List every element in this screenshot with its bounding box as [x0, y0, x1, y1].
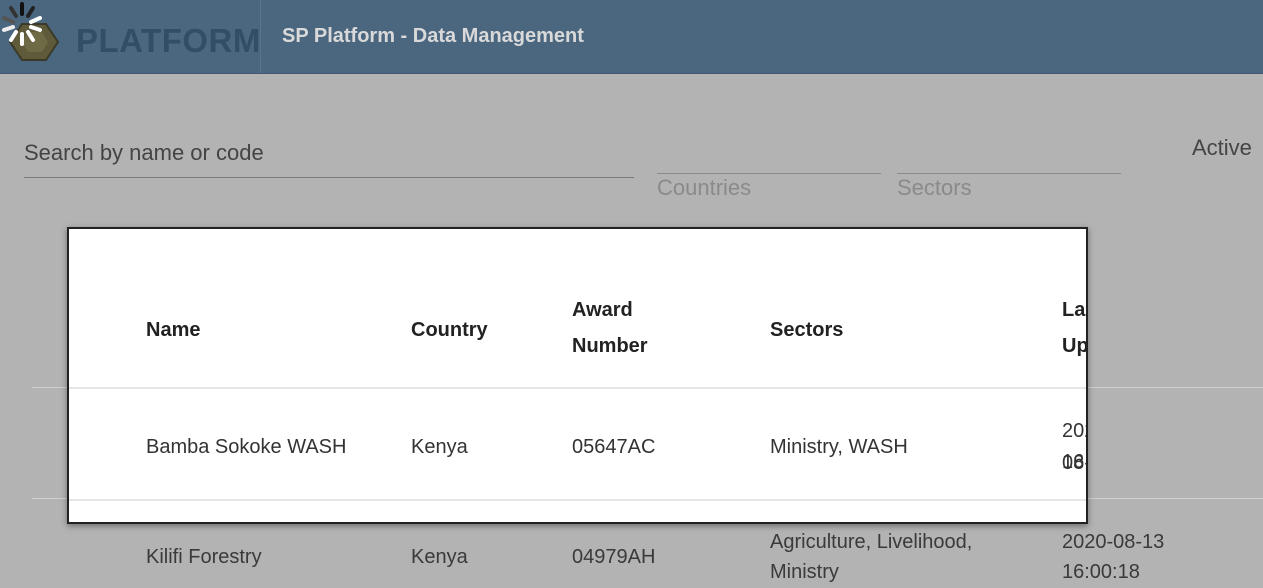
search-field[interactable]	[24, 120, 634, 178]
column-header-award[interactable]: Award	[572, 294, 633, 326]
column-header-award-cont[interactable]: Number	[572, 330, 648, 362]
active-filter-label[interactable]: Active	[1192, 135, 1252, 161]
logo-text: PLATFORM	[76, 22, 261, 59]
cell-country: Kenya	[411, 436, 468, 458]
app-title: SP Platform - Data Management	[282, 25, 584, 47]
cell-updated-date: 2020-08-13	[1062, 531, 1165, 553]
search-input[interactable]	[24, 138, 624, 168]
cell-sectors-cont: Ministry	[770, 561, 839, 583]
cell-country: Kenya	[411, 546, 468, 568]
cell-award-number: 05647AC	[572, 436, 656, 458]
cell-sectors: Ministry, WASH	[770, 436, 908, 458]
cell-name: Kilifi Forestry	[146, 546, 262, 568]
highlighted-table-card: Name Country Award Number Sectors Last U…	[67, 227, 1088, 524]
countries-filter[interactable]: Countries	[657, 173, 881, 204]
sectors-filter[interactable]: Sectors	[897, 173, 1121, 204]
column-header-last-updated[interactable]: Last	[1062, 294, 1086, 326]
sectors-filter-placeholder: Sectors	[897, 175, 972, 200]
cell-updated-time: 16:00:18	[1062, 561, 1140, 583]
top-app-bar: PLATFORM SP Platform - Data Management	[0, 0, 1263, 74]
column-header-sectors[interactable]: Sectors	[770, 314, 843, 346]
cell-name: Bamba Sokoke WASH	[146, 436, 347, 458]
cell-sectors: Agriculture, Livelihood,	[770, 531, 973, 553]
loading-spinner-icon	[2, 2, 42, 46]
header-divider	[69, 387, 1086, 389]
cell-award-number: 04979AH	[572, 546, 656, 568]
column-header-last-updated-cont[interactable]: Updated	[1062, 330, 1086, 362]
column-header-country[interactable]: Country	[411, 314, 488, 346]
cell-updated-time: 16:02:05	[1062, 451, 1086, 473]
countries-filter-placeholder: Countries	[657, 175, 752, 200]
column-header-name[interactable]: Name	[146, 314, 200, 346]
row-divider	[69, 499, 1086, 501]
